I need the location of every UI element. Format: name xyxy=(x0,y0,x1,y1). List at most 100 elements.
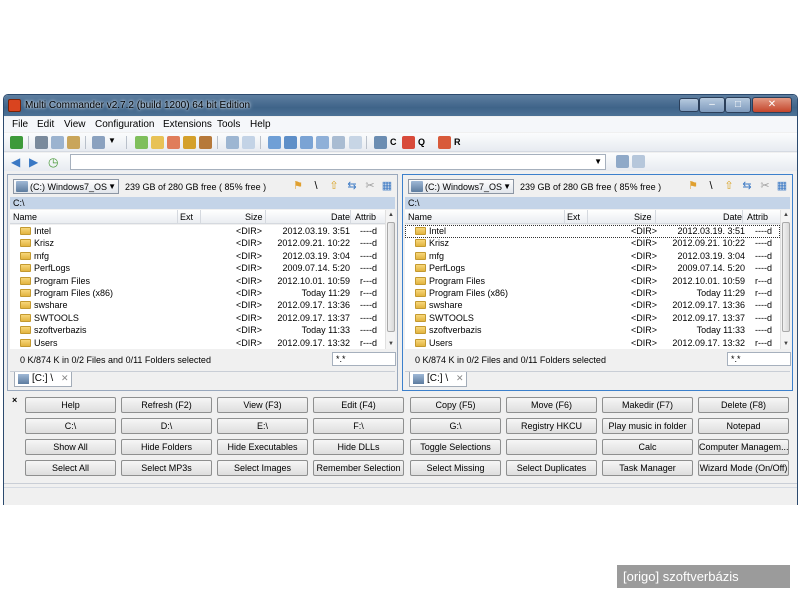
menu-configuration[interactable]: Configuration xyxy=(95,119,154,130)
button-notepad[interactable]: Notepad xyxy=(698,418,789,434)
back-icon[interactable]: ◀ xyxy=(11,156,20,168)
close-icon[interactable]: ✕ xyxy=(61,373,69,384)
minimize-button[interactable]: – xyxy=(699,97,725,113)
menu-file[interactable]: File xyxy=(12,119,28,130)
col-attrib[interactable]: Attrib xyxy=(355,212,376,222)
table-row[interactable]: Intel <DIR> 2012.03.19. 3:51 ----d xyxy=(405,225,780,238)
size-icon[interactable] xyxy=(300,136,313,149)
refresh-icon[interactable] xyxy=(10,136,23,149)
drive-selector[interactable]: (C:) Windows7_OS ▼ xyxy=(13,179,119,194)
disconnect-icon[interactable]: ✂ xyxy=(364,180,376,192)
button-registry-hkcu[interactable]: Registry HKCU xyxy=(506,418,597,434)
root-icon[interactable]: \ xyxy=(705,180,717,192)
button-g[interactable]: G:\ xyxy=(410,418,501,434)
paste-icon[interactable] xyxy=(67,136,80,149)
close-button[interactable]: ✕ xyxy=(752,97,792,113)
button-edit-f4[interactable]: Edit (F4) xyxy=(313,397,404,413)
close-button-panel-icon[interactable]: × xyxy=(12,395,17,405)
table-row[interactable]: Users <DIR> 2012.09.17. 13:32 r---d xyxy=(10,337,385,349)
button-select-images[interactable]: Select Images xyxy=(217,460,308,476)
view-icon[interactable] xyxy=(226,136,239,149)
vertical-scrollbar[interactable]: ▲ ▼ xyxy=(385,210,395,349)
table-row[interactable]: mfg <DIR> 2012.03.19. 3:04 ----d xyxy=(10,250,385,263)
button-wizard-mode-on-off[interactable]: Wizard Mode (On/Off) xyxy=(698,460,789,476)
menu-extensions[interactable]: Extensions xyxy=(163,119,212,130)
col-size[interactable]: Size xyxy=(245,212,263,222)
button-show-all[interactable]: Show All xyxy=(25,439,116,455)
chevron-down-icon[interactable]: ▼ xyxy=(594,157,602,166)
button-c[interactable]: C:\ xyxy=(25,418,116,434)
button-toggle-selections[interactable]: Toggle Selections xyxy=(410,439,501,455)
table-row[interactable]: mfg <DIR> 2012.03.19. 3:04 ----d xyxy=(405,250,780,263)
col-date[interactable]: Date xyxy=(331,212,350,222)
grid-view-icon[interactable]: ▦ xyxy=(381,180,393,192)
button-select-all[interactable]: Select All xyxy=(25,460,116,476)
table-row[interactable]: Krisz <DIR> 2012.09.21. 10:22 ----d xyxy=(10,237,385,250)
drive-c-icon[interactable] xyxy=(374,136,387,149)
button-empty[interactable] xyxy=(506,439,597,455)
button-f[interactable]: F:\ xyxy=(313,418,404,434)
panel-layout-icon[interactable] xyxy=(632,155,645,168)
parent-folder-icon[interactable]: ⇧ xyxy=(723,180,735,192)
attributes-icon[interactable] xyxy=(332,136,345,149)
button-hide-dlls[interactable]: Hide DLLs xyxy=(313,439,404,455)
table-row[interactable]: Program Files <DIR> 2012.10.01. 10:59 r---d xyxy=(405,275,780,288)
drive-selector[interactable]: (C:) Windows7_OS ▼ xyxy=(408,179,514,194)
path-combobox[interactable]: ▼ xyxy=(70,154,606,170)
table-row[interactable]: PerfLogs <DIR> 2009.07.14. 5:20 ----d xyxy=(405,262,780,275)
title-bar[interactable]: Multi Commander v2.7.2 (build 1200) 64 b… xyxy=(4,95,797,116)
forward-icon[interactable]: ▶ xyxy=(29,156,38,168)
button-help[interactable]: Help xyxy=(25,397,116,413)
parent-folder-icon[interactable]: ⇧ xyxy=(328,180,340,192)
disconnect-icon[interactable]: ✂ xyxy=(759,180,771,192)
button-delete-f8[interactable]: Delete (F8) xyxy=(698,397,789,413)
col-name[interactable]: Name xyxy=(13,212,37,222)
table-row[interactable]: Intel <DIR> 2012.03.19. 3:51 ----d xyxy=(10,225,385,238)
col-ext[interactable]: Ext xyxy=(567,212,580,222)
tab-c-drive[interactable]: [C:] \ ✕ xyxy=(409,372,467,387)
properties-icon[interactable] xyxy=(316,136,329,149)
new-file-icon[interactable] xyxy=(135,136,148,149)
maximize-button[interactable]: □ xyxy=(725,97,751,113)
copy-icon[interactable] xyxy=(51,136,64,149)
filter-input[interactable]: *.* xyxy=(727,352,791,366)
kb-icon[interactable] xyxy=(284,136,297,149)
sync-icon[interactable]: ⇆ xyxy=(741,180,753,192)
table-row[interactable]: swshare <DIR> 2012.09.17. 13:36 ----d xyxy=(405,299,780,312)
button-play-music-in-folder[interactable]: Play music in folder xyxy=(602,418,693,434)
archive-icon[interactable] xyxy=(183,136,196,149)
button-makedir-f7[interactable]: Makedir (F7) xyxy=(602,397,693,413)
close-icon[interactable]: ✕ xyxy=(456,373,464,384)
quick-icon[interactable] xyxy=(402,136,415,149)
button-computer-managem[interactable]: Computer Managem... xyxy=(698,439,789,455)
clipboard-icon[interactable] xyxy=(349,136,362,149)
box-icon[interactable] xyxy=(199,136,212,149)
button-d[interactable]: D:\ xyxy=(121,418,212,434)
filter-input[interactable]: *.* xyxy=(332,352,396,366)
pack-icon[interactable] xyxy=(151,136,164,149)
table-row[interactable]: SWTOOLS <DIR> 2012.09.17. 13:37 ----d xyxy=(405,312,780,325)
scroll-down-icon[interactable]: ▼ xyxy=(781,341,791,347)
table-row[interactable]: SWTOOLS <DIR> 2012.09.17. 13:37 ----d xyxy=(10,312,385,325)
table-row[interactable]: swshare <DIR> 2012.09.17. 13:36 ----d xyxy=(10,299,385,312)
menu-help[interactable]: Help xyxy=(250,119,271,130)
sync-icon[interactable]: ⇆ xyxy=(346,180,358,192)
vertical-scrollbar[interactable]: ▲ ▼ xyxy=(780,210,790,349)
table-row[interactable]: Program Files (x86) <DIR> Today 11:29 r---d xyxy=(10,287,385,300)
button-select-missing[interactable]: Select Missing xyxy=(410,460,501,476)
folder-tree-icon[interactable]: ⚑ xyxy=(687,180,699,192)
scroll-thumb[interactable] xyxy=(387,222,395,332)
run-icon[interactable] xyxy=(438,136,451,149)
scroll-down-icon[interactable]: ▼ xyxy=(386,341,396,347)
edit-icon[interactable] xyxy=(242,136,255,149)
button-remember-selection[interactable]: Remember Selection xyxy=(313,460,404,476)
panel-view-icon[interactable] xyxy=(616,155,629,168)
chevron-down-icon[interactable]: ▼ xyxy=(108,136,121,149)
root-icon[interactable]: \ xyxy=(310,180,322,192)
document-icon[interactable] xyxy=(268,136,281,149)
unpack-icon[interactable] xyxy=(167,136,180,149)
table-row[interactable]: Program Files <DIR> 2012.10.01. 10:59 r---d xyxy=(10,275,385,288)
table-row[interactable]: szoftverbazis <DIR> Today 11:33 ----d xyxy=(10,324,385,337)
menu-view[interactable]: View xyxy=(64,119,86,130)
button-calc[interactable]: Calc xyxy=(602,439,693,455)
